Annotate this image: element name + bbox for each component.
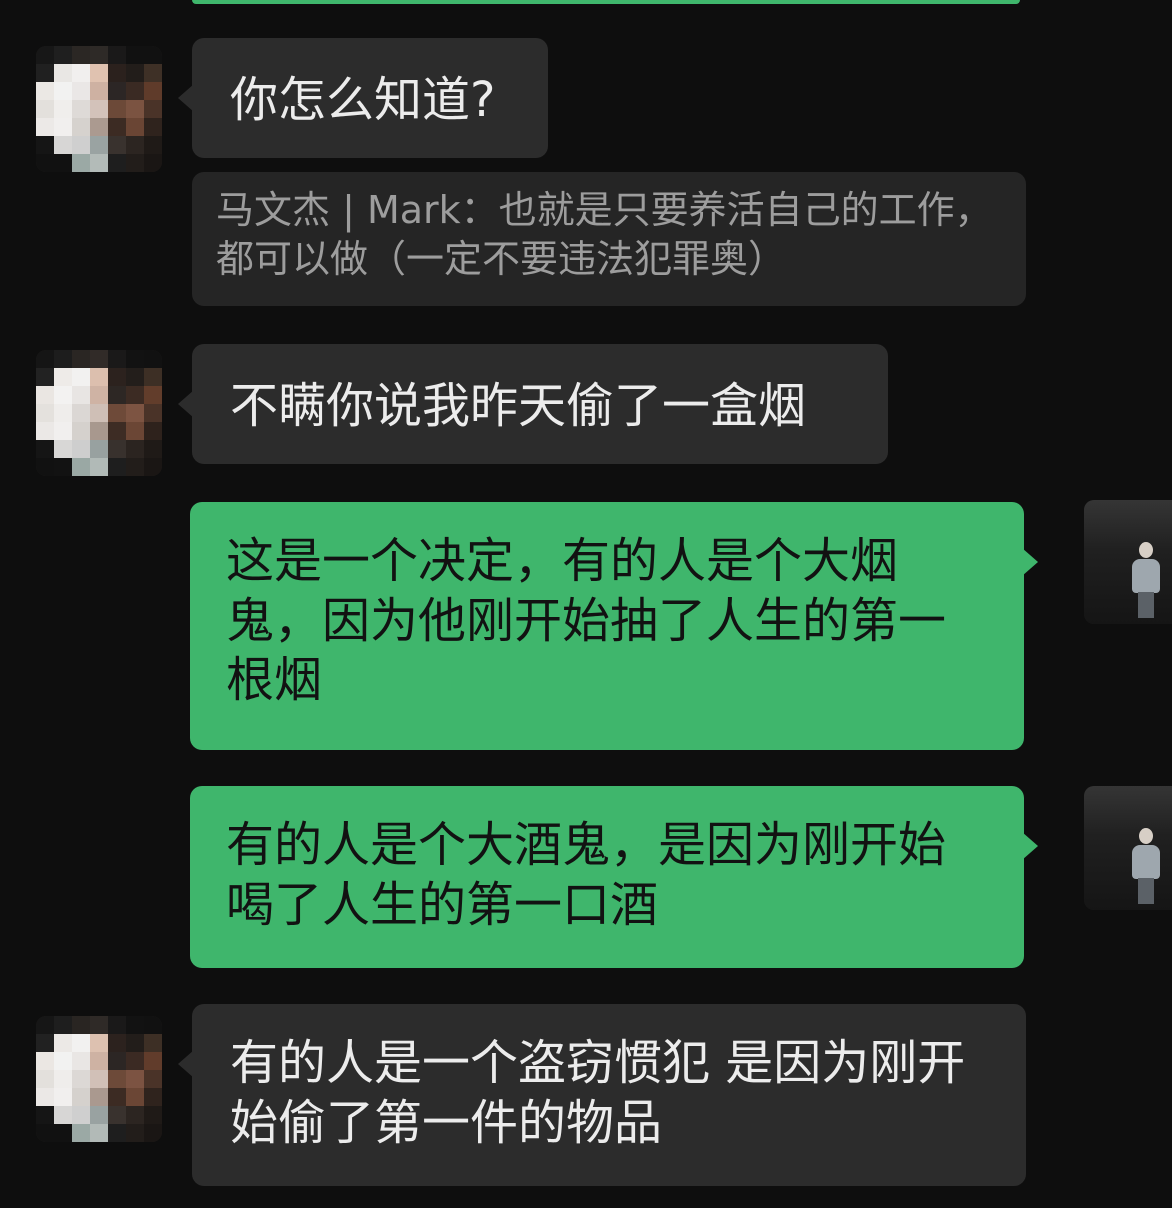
quoted-message-box[interactable]: 马文杰 | Mark：也就是只要养活自己的工作，都可以做（一定不要违法犯罪奥） xyxy=(192,172,1026,306)
pixelated-avatar-icon xyxy=(36,1016,162,1142)
incoming-message-bubble[interactable]: 有的人是一个盗窃惯犯 是因为刚开始偷了第一件的物品 xyxy=(178,1004,1026,1186)
incoming-message-bubble[interactable]: 不瞒你说我昨天偷了一盒烟 xyxy=(178,344,888,464)
other-avatar[interactable] xyxy=(36,350,162,476)
person-photo-avatar-icon xyxy=(1084,786,1172,910)
self-avatar[interactable] xyxy=(1084,500,1172,624)
message-text: 有的人是个大酒鬼，是因为刚开始喝了人生的第一口酒 xyxy=(226,817,947,933)
message-text: 这是一个决定，有的人是个大烟鬼，因为他刚开始抽了人生的第一根烟 xyxy=(226,533,947,709)
other-avatar[interactable] xyxy=(36,1016,162,1142)
person-figure xyxy=(1132,542,1160,618)
self-avatar[interactable] xyxy=(1084,786,1172,910)
person-figure xyxy=(1132,828,1160,904)
message-text: 你怎么知道? xyxy=(230,72,496,128)
previous-message-bubble-edge xyxy=(192,0,1020,4)
person-photo-avatar-icon xyxy=(1084,500,1172,624)
pixelated-avatar-icon xyxy=(36,46,162,172)
outgoing-message-bubble[interactable]: 这是一个决定，有的人是个大烟鬼，因为他刚开始抽了人生的第一根烟 xyxy=(190,502,1038,750)
message-text: 有的人是一个盗窃惯犯 是因为刚开始偷了第一件的物品 xyxy=(230,1035,966,1151)
incoming-message-bubble[interactable]: 你怎么知道? xyxy=(178,38,548,158)
quoted-message-text: 马文杰 | Mark：也就是只要养活自己的工作，都可以做（一定不要违法犯罪奥） xyxy=(216,188,993,282)
outgoing-message-bubble[interactable]: 有的人是个大酒鬼，是因为刚开始喝了人生的第一口酒 xyxy=(190,786,1038,968)
other-avatar[interactable] xyxy=(36,46,162,172)
pixelated-avatar-icon xyxy=(36,350,162,476)
message-text: 不瞒你说我昨天偷了一盒烟 xyxy=(230,378,807,434)
